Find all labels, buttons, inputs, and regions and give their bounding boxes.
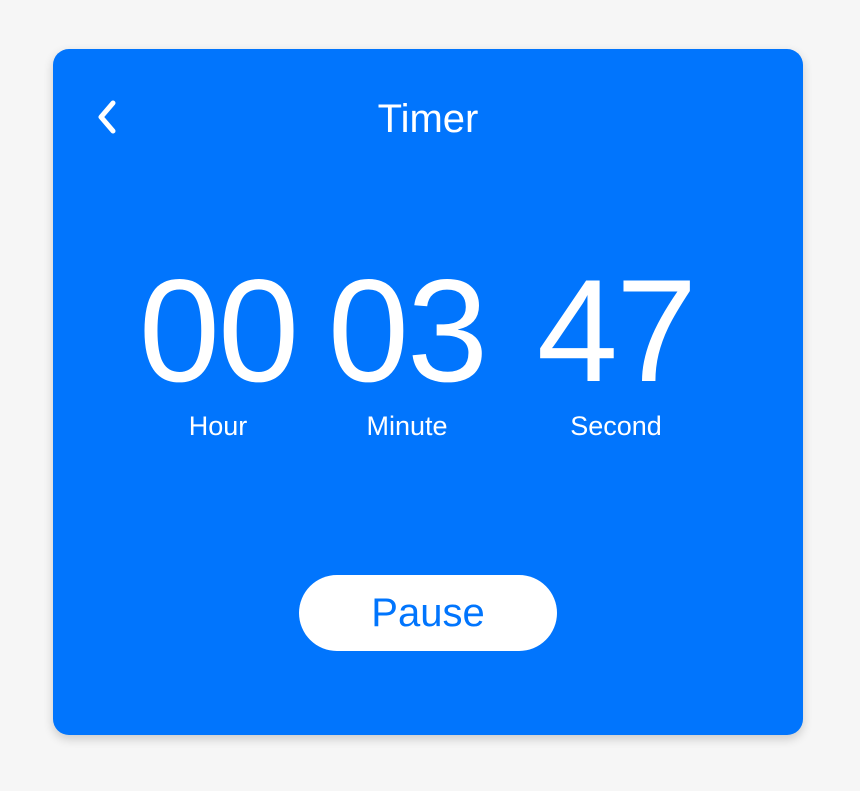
hour-unit: 00 Hour (118, 256, 318, 442)
second-value: 47 (536, 249, 697, 412)
second-unit: 47 Second (516, 256, 716, 442)
hour-label: Hour (188, 411, 248, 441)
timer-card: Timer 00 Hour 03 Minute 47 Second Pause (53, 49, 803, 735)
pause-button[interactable]: Pause (299, 575, 557, 651)
minute-label: Minute (366, 411, 448, 441)
minute-unit: 03 Minute (307, 256, 507, 442)
second-label: Second (570, 411, 662, 441)
hour-value: 00 (138, 249, 299, 412)
minute-value: 03 (327, 249, 488, 412)
page-title: Timer (377, 97, 479, 141)
